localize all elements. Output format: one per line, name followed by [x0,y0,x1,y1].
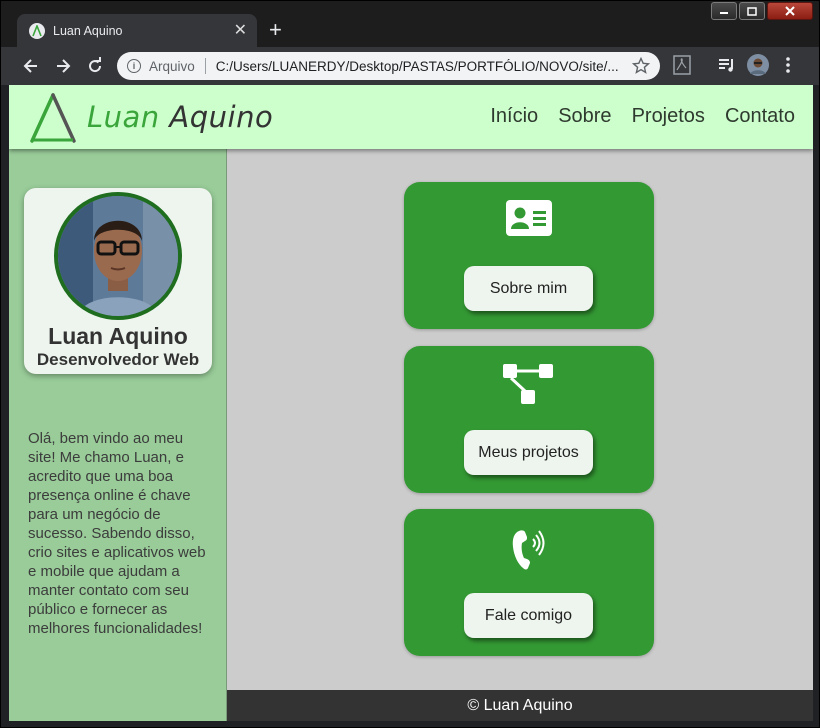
back-arrow-icon[interactable] [21,56,41,76]
pdf-extension-icon[interactable] [673,55,691,80]
forward-arrow-icon[interactable] [53,56,73,76]
profile-role: Desenvolvedor Web [36,350,200,369]
url-text: C:/Users/LUANERDY/Desktop/PASTAS/PORTFÓL… [215,58,619,74]
nav-link-sobre[interactable]: Sobre [558,105,611,128]
site-footer: © Luan Aquino [227,690,813,721]
avatar [54,192,182,320]
media-control-icon[interactable] [717,55,737,80]
reload-icon[interactable] [85,56,105,76]
divider [204,58,206,74]
new-tab-icon[interactable]: + [269,18,282,42]
site-logo[interactable]: Luan Aquino [29,91,273,143]
web-page: Luan Aquino Início Sobre Projetos Contat… [9,85,813,721]
maximize-icon[interactable] [739,2,765,20]
card-projects: Meus projetos [404,346,654,493]
browser-toolbar: i Arquivo C:/Users/LUANERDY/Desktop/PAST… [1,47,819,85]
about-me-button[interactable]: Sobre mim [464,266,593,311]
nav-link-projetos[interactable]: Projetos [632,105,705,128]
nav-link-contato[interactable]: Contato [725,105,795,128]
logo-last-name: Aquino [169,100,274,134]
phone-volume-icon [404,527,654,571]
logo-a-icon [30,93,76,143]
close-window-icon[interactable] [767,2,813,20]
nav-link-inicio[interactable]: Início [490,105,538,128]
my-projects-button[interactable]: Meus projetos [464,430,593,475]
minimize-icon[interactable] [711,2,737,20]
favicon-icon [29,22,45,39]
sidebar: Luan Aquino Desenvolvedor Web Olá, bem v… [9,149,227,721]
footer-text: © Luan Aquino [467,696,573,714]
browser-window: Luan Aquino ✕ + i Arquivo C:/Users/LUANE… [0,0,820,728]
address-bar[interactable]: i Arquivo C:/Users/LUANERDY/Desktop/PAST… [117,52,660,80]
browser-tab[interactable]: Luan Aquino ✕ [17,14,257,47]
close-tab-icon[interactable]: ✕ [234,22,247,39]
logo-first-name: Luan [87,100,160,134]
menu-dots-icon[interactable] [785,55,791,80]
tab-title: Luan Aquino [53,23,123,38]
bookmark-star-icon[interactable] [631,56,651,80]
info-icon[interactable]: i [127,59,141,73]
window-controls [711,2,813,20]
profile-avatar-icon[interactable] [747,54,769,81]
profile-name: Luan Aquino [48,323,188,349]
card-about: Sobre mim [404,182,654,329]
intro-text: Olá, bem vindo ao meu site! Me chamo Lua… [28,430,206,637]
site-header: Luan Aquino Início Sobre Projetos Contat… [9,85,813,149]
tab-strip: Luan Aquino ✕ + [1,1,819,47]
card-contact: Fale comigo [404,509,654,656]
main-nav: Início Sobre Projetos Contato [490,105,795,128]
profile-card: Luan Aquino Desenvolvedor Web [24,188,212,374]
sitemap-icon [404,364,654,406]
contact-me-button[interactable]: Fale comigo [464,593,593,638]
scheme-label: Arquivo [149,58,195,74]
id-card-icon [404,200,654,236]
